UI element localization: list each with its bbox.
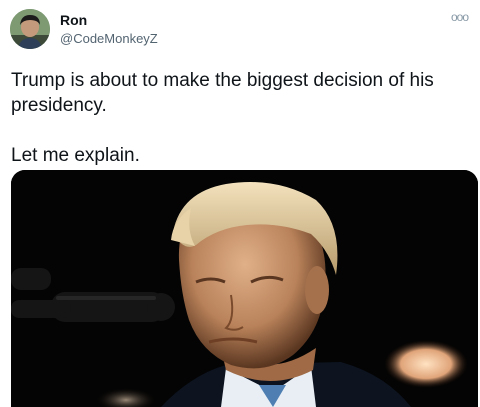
tweet-card[interactable]: Ron @CodeMonkeyZ ooo Trump is about to m… — [0, 0, 480, 407]
author-name[interactable]: Ron — [60, 12, 87, 28]
more-options-icon[interactable]: ooo — [451, 10, 469, 24]
tweet-text: Trump is about to make the biggest decis… — [11, 68, 466, 168]
tweet-text-line-1: Trump is about to make the biggest decis… — [11, 70, 434, 116]
avatar[interactable] — [10, 9, 50, 49]
tweet-text-line-2: Let me explain. — [11, 145, 140, 166]
author-handle[interactable]: @CodeMonkeyZ — [60, 31, 158, 46]
tweet-media-image[interactable] — [11, 170, 478, 407]
portrait-photo — [11, 170, 478, 407]
avatar-image — [10, 9, 50, 49]
